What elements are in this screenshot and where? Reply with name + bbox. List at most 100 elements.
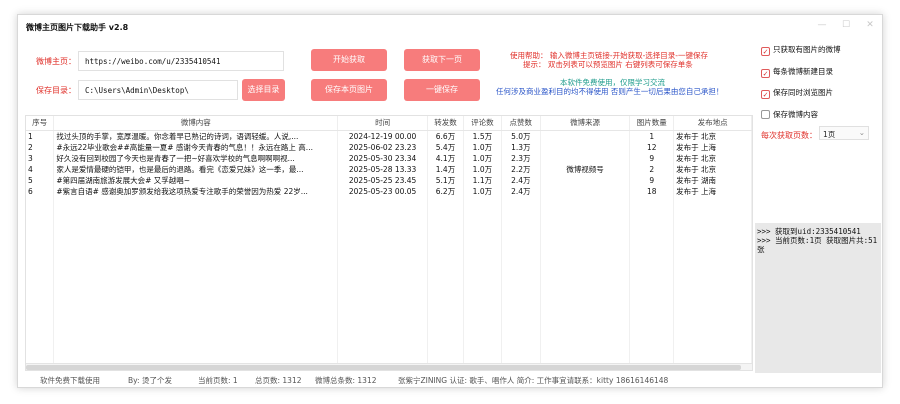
empty-cell	[501, 196, 541, 370]
save-dir-label: 保存目录：	[36, 86, 76, 95]
minimize-icon[interactable]: —	[816, 20, 828, 30]
homepage-url-input[interactable]: https://weibo.com/u/2335410541	[78, 51, 284, 71]
cell-content: #第四届湖南旅游发展大会# 又孚越唱~	[53, 174, 339, 186]
col-header-image-count[interactable]: 图片数量	[629, 116, 675, 131]
cell-reposts: 1.4万	[427, 163, 464, 175]
option-label: 保存微博内容	[773, 110, 818, 119]
choose-dir-button[interactable]: 选择目录	[242, 79, 285, 101]
col-header-comments[interactable]: 评论数	[463, 116, 502, 131]
pages-per-fetch-select[interactable]: 1页 ⌄	[819, 126, 869, 140]
log-panel: >>> 获取到uid:2335410541 >>> 当前页数:1页 获取图片共:…	[755, 223, 881, 373]
cell-likes: 2.2万	[501, 163, 541, 175]
empty-cell	[427, 196, 464, 370]
maximize-icon[interactable]: ☐	[840, 20, 852, 30]
cell-image-count: 18	[629, 185, 675, 197]
cell-content: #紫言自语# 感谢奥加罗颁发给我这项热爱专注歌手的荣誉因为热爱 22岁...	[53, 185, 339, 197]
option-label: 保存同时浏览图片	[773, 88, 833, 97]
cell-time: 2025-05-23 00.05	[337, 185, 429, 197]
table-row[interactable]: 1 找过头顶的手掌，宽厚温暖。你念着早已熟记的诗词，语调轻缓。人说,... 2024…	[26, 130, 752, 142]
empty-cell	[26, 196, 55, 370]
cell-location: 发布于 北京	[673, 152, 752, 164]
table-row[interactable]: 3 好久没有回到校园了今天也是青春了一把~好喜欢学校的气息啊啊啊视... 2025-…	[26, 152, 752, 164]
table-header-row: 序号 微博内容 时间 转发数 评论数 点赞数 微博来源 图片数量 发布地点	[26, 116, 752, 131]
browse-images-checkbox[interactable]: ✓ 保存同时浏览图片	[761, 87, 833, 99]
empty-cell	[463, 196, 502, 370]
col-header-index[interactable]: 序号	[26, 116, 55, 131]
cell-content: #永远22毕业歌会##高能量一夏# 感谢今天青春的气息！！永远在路上 高...	[53, 141, 339, 153]
col-header-location[interactable]: 发布地点	[673, 116, 752, 131]
log-line: >>> 当前页数:1页 获取图片共:51张	[757, 236, 878, 254]
cell-comments: 1.5万	[463, 130, 502, 142]
col-header-time[interactable]: 时间	[337, 116, 429, 131]
col-header-reposts[interactable]: 转发数	[427, 116, 464, 131]
chevron-down-icon: ⌄	[858, 128, 865, 137]
status-bar: 软件免费下载使用 By: 烫了个发 当前页数: 1 总页数: 1312 微博总条…	[18, 371, 882, 388]
app-window: 微博主页图片下载助手 v2.8 — ☐ ✕ 微博主页： https://weib…	[17, 14, 883, 388]
col-header-content[interactable]: 微博内容	[53, 116, 339, 131]
save-content-checkbox[interactable]: 保存微博内容	[761, 109, 818, 120]
check-icon: ✓	[761, 90, 770, 99]
close-icon[interactable]: ✕	[864, 20, 876, 30]
cell-reposts: 4.1万	[427, 152, 464, 164]
cell-likes: 1.3万	[501, 141, 541, 153]
cell-content: 好久没有回到校园了今天也是青春了一把~好喜欢学校的气息啊啊啊视...	[53, 152, 339, 164]
cell-source	[540, 130, 631, 142]
table-row[interactable]: 4 家人是爱情最硬的铠甲，也是最后的退路。看完《恋爱兄妹》这一季，最... 2025…	[26, 163, 752, 175]
cell-index: 4	[26, 163, 55, 175]
empty-cell	[629, 196, 675, 370]
save-dir-input[interactable]: C:\Users\Admin\Desktop\	[78, 80, 238, 100]
cell-source	[540, 185, 631, 197]
status-total-pages: 总页数: 1312	[255, 376, 302, 385]
cell-content: 找过头顶的手掌，宽厚温暖。你念着早已熟记的诗词，语调轻缓。人说,...	[53, 130, 339, 142]
cell-reposts: 6.2万	[427, 185, 464, 197]
cell-source	[540, 174, 631, 186]
only-with-images-checkbox[interactable]: ✓ 只获取有图片的微博	[761, 44, 841, 56]
cell-location: 发布于 上海	[673, 185, 752, 197]
cell-reposts: 5.1万	[427, 174, 464, 186]
new-dir-each-checkbox[interactable]: ✓ 每条微博新建目录	[761, 66, 833, 78]
cell-comments: 1.1万	[463, 174, 502, 186]
cell-time: 2025-05-28 13.33	[337, 163, 429, 175]
cell-index: 3	[26, 152, 55, 164]
cell-location: 发布于 上海	[673, 141, 752, 153]
cell-reposts: 5.4万	[427, 141, 464, 153]
save-page-button[interactable]: 保存本页图片	[311, 79, 387, 101]
cell-comments: 1.0万	[463, 141, 502, 153]
cell-source: 微博视频号	[540, 163, 631, 175]
next-page-button[interactable]: 获取下一页	[404, 49, 480, 71]
post-table-grid: 序号 微博内容 时间 转发数 评论数 点赞数 微博来源 图片数量 发布地点 1找…	[26, 116, 752, 370]
cell-likes: 2.4万	[501, 185, 541, 197]
table-row[interactable]: 2 #永远22毕业歌会##高能量一夏# 感谢今天青春的气息！！永远在路上 高...…	[26, 141, 752, 153]
help-text-tip: 提示： 双击列表可以预览图片 右键列表可保存单条	[523, 60, 693, 69]
cell-time: 2025-05-30 23.34	[337, 152, 429, 164]
cell-image-count: 2	[629, 163, 675, 175]
cell-image-count: 9	[629, 152, 675, 164]
unchecked-box-icon	[761, 110, 770, 119]
empty-cell	[540, 196, 631, 370]
cell-comments: 1.0万	[463, 152, 502, 164]
col-header-likes[interactable]: 点赞数	[501, 116, 541, 131]
cell-index: 6	[26, 185, 55, 197]
status-author: By: 烫了个发	[128, 376, 172, 385]
horizontal-scrollbar[interactable]	[26, 363, 752, 370]
cell-likes: 5.0万	[501, 130, 541, 142]
table-row[interactable]: 6 #紫言自语# 感谢奥加罗颁发给我这项热爱专注歌手的荣誉因为热爱 22岁... 2…	[26, 185, 752, 197]
cell-comments: 1.0万	[463, 163, 502, 175]
help-text-disclaimer: 任何涉及商业盈利目的均不得使用 否则产生一切后果由您自己承担！	[496, 87, 724, 96]
cell-location: 发布于 北京	[673, 163, 752, 175]
scrollbar-thumb[interactable]	[26, 365, 741, 370]
post-table[interactable]: 序号 微博内容 时间 转发数 评论数 点赞数 微博来源 图片数量 发布地点 1找…	[25, 115, 753, 371]
one-click-save-button[interactable]: 一键保存	[404, 79, 480, 101]
table-row[interactable]: 5 #第四届湖南旅游发展大会# 又孚越唱~ 2025-05-25 23.45 5.1万…	[26, 174, 752, 186]
cell-comments: 1.0万	[463, 185, 502, 197]
col-header-source[interactable]: 微博来源	[540, 116, 631, 131]
select-value: 1页	[823, 130, 836, 139]
empty-table-area	[26, 196, 752, 370]
cell-source	[540, 141, 631, 153]
option-label: 只获取有图片的微博	[773, 45, 841, 54]
empty-cell	[673, 196, 752, 370]
start-button[interactable]: 开始获取	[311, 49, 387, 71]
cell-reposts: 6.6万	[427, 130, 464, 142]
cell-time: 2025-05-25 23.45	[337, 174, 429, 186]
cell-index: 1	[26, 130, 55, 142]
